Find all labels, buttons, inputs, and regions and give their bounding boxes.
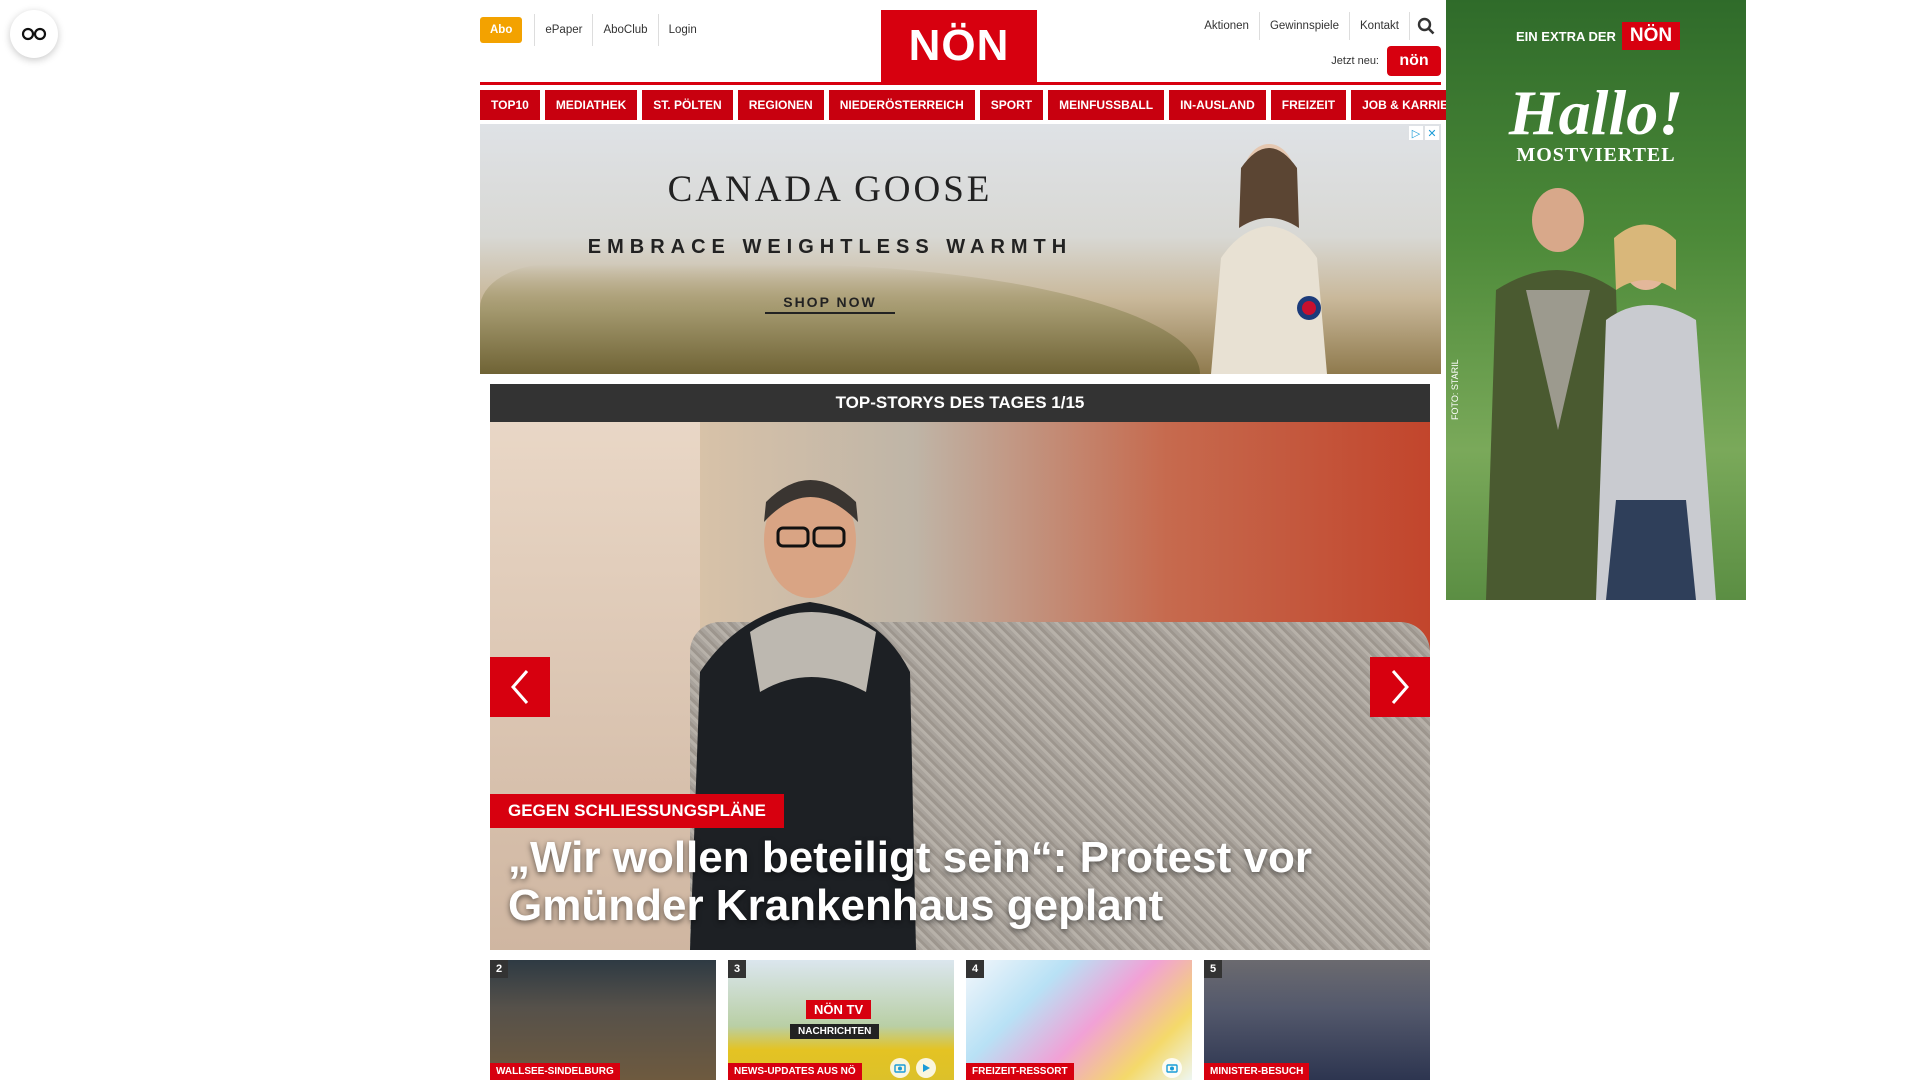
noen-tv-logo: NÖN TV: [806, 1000, 872, 1019]
ad-brand: CANADA GOOSE: [667, 169, 993, 210]
camera-icon: [1162, 1058, 1182, 1078]
story-thumb-label: FREIZEIT-RESSORT: [966, 1063, 1074, 1080]
hero-story[interactable]: GEGEN SCHLIESSUNGSPLÄNE „Wir wollen bete…: [490, 422, 1430, 950]
chevron-right-icon: [1391, 670, 1409, 704]
story-thumb-number: 3: [728, 960, 746, 978]
glasses-icon: [21, 27, 47, 41]
nav-item-regionen[interactable]: REGIONEN: [737, 90, 824, 120]
sky-ad-subline: MOSTVIERTEL: [1516, 144, 1676, 166]
nav-item-st-poelten[interactable]: ST. PÖLTEN: [642, 90, 733, 120]
aktionen-link[interactable]: Aktionen: [1194, 12, 1259, 40]
story-thumb[interactable]: 2 WALLSEE-SINDELBURG: [490, 960, 716, 1080]
slider-next-button[interactable]: [1370, 657, 1430, 717]
ad-landscape: [480, 264, 1200, 374]
play-icon: [916, 1058, 936, 1078]
sky-ad-credit: FOTO: STARIL: [1450, 359, 1460, 420]
site-header: Abo ePaper AboClub Login NÖN Aktionen Ge…: [480, 0, 1441, 86]
search-button[interactable]: [1409, 12, 1441, 40]
ad-info-icon[interactable]: ▷: [1409, 126, 1423, 140]
nav-item-mediathek[interactable]: MEDIATHEK: [544, 90, 638, 120]
story-thumb-number: 5: [1204, 960, 1222, 978]
ad-shop-now-link[interactable]: SHOP NOW: [765, 294, 895, 314]
skyscraper-ad[interactable]: EIN EXTRA DER NÖN Hallo! MOSTVIERTEL FOT…: [1446, 0, 1746, 600]
slider-prev-button[interactable]: [490, 657, 550, 717]
sky-ad-extra: EIN EXTRA DER NÖN: [1516, 22, 1681, 50]
nav-item-sport[interactable]: SPORT: [979, 90, 1044, 120]
abo-button[interactable]: Abo: [480, 17, 523, 43]
gewinnspiele-link[interactable]: Gewinnspiele: [1258, 12, 1349, 40]
nav-item-in-ausland[interactable]: IN-AUSLAND: [1169, 90, 1266, 120]
sky-ad-extra-text: EIN EXTRA DER: [1516, 28, 1616, 44]
site-logo[interactable]: NÖN: [881, 10, 1037, 82]
story-thumb[interactable]: 4 FREIZEIT-RESSORT: [966, 960, 1192, 1080]
noen-app-badge[interactable]: nön: [1387, 46, 1441, 76]
jetzt-neu: Jetzt neu: nön: [1331, 46, 1441, 76]
sky-ad-logo: NÖN: [1621, 22, 1681, 50]
story-thumb-number: 2: [490, 960, 508, 978]
aboclub-link[interactable]: AboClub: [592, 14, 657, 46]
sky-ad-couple-image: [1486, 188, 1716, 600]
nav-item-niederoesterreich[interactable]: NIEDERÖSTERREICH: [828, 90, 975, 120]
kontakt-link[interactable]: Kontakt: [1349, 12, 1409, 40]
header-divider: [480, 82, 1441, 85]
top-right-nav: Aktionen Gewinnspiele Kontakt: [1194, 12, 1441, 40]
ad-model-image: [1211, 144, 1327, 374]
ad-close-icon[interactable]: ✕: [1425, 126, 1439, 140]
sky-ad-headline: Hallo!: [1508, 77, 1684, 148]
main-nav: TOP10 MEDIATHEK ST. PÖLTEN REGIONEN NIED…: [480, 90, 1476, 120]
hero-title[interactable]: „Wir wollen beteiligt sein“: Protest vor…: [508, 834, 1388, 930]
top-stories-heading: TOP-STORYS DES TAGES 1/15: [490, 384, 1430, 422]
hero-kicker: GEGEN SCHLIESSUNGSPLÄNE: [490, 794, 784, 828]
chevron-left-icon: [511, 670, 529, 704]
ad-tagline: EMBRACE WEIGHTLESS WARMTH: [587, 236, 1073, 258]
banner-ad[interactable]: CANADA GOOSE EMBRACE WEIGHTLESS WARMTH S…: [480, 124, 1441, 374]
story-thumb-label: WALLSEE-SINDELBURG: [490, 1063, 620, 1080]
jetzt-neu-label: Jetzt neu:: [1331, 55, 1379, 67]
nav-item-freizeit[interactable]: FREIZEIT: [1270, 90, 1347, 120]
epaper-link[interactable]: ePaper: [534, 14, 592, 46]
login-link[interactable]: Login: [657, 14, 707, 46]
search-icon: [1417, 17, 1434, 35]
story-thumb-label: MINISTER-BESUCH: [1204, 1063, 1310, 1080]
camera-icon: [890, 1058, 910, 1078]
story-thumb-number: 4: [966, 960, 984, 978]
reader-mode-button[interactable]: [10, 10, 58, 58]
nav-item-meinfussball[interactable]: MEINFUSSBALL: [1048, 90, 1165, 120]
top-left-nav: Abo ePaper AboClub Login: [480, 14, 707, 46]
nav-item-top10[interactable]: TOP10: [480, 90, 540, 120]
story-thumb[interactable]: 5 MINISTER-BESUCH: [1204, 960, 1430, 1080]
nachrichten-label: NACHRICHTEN: [790, 1024, 880, 1039]
ad-choices[interactable]: ▷ ✕: [1409, 126, 1439, 140]
story-thumbnails: 2 WALLSEE-SINDELBURG 3 NÖN TV NACHRICHTE…: [490, 960, 1430, 1080]
story-thumb-label: NEWS-UPDATES AUS NÖ: [728, 1063, 862, 1080]
story-thumb[interactable]: 3 NÖN TV NACHRICHTEN NEWS-UPDATES AUS NÖ: [728, 960, 954, 1080]
